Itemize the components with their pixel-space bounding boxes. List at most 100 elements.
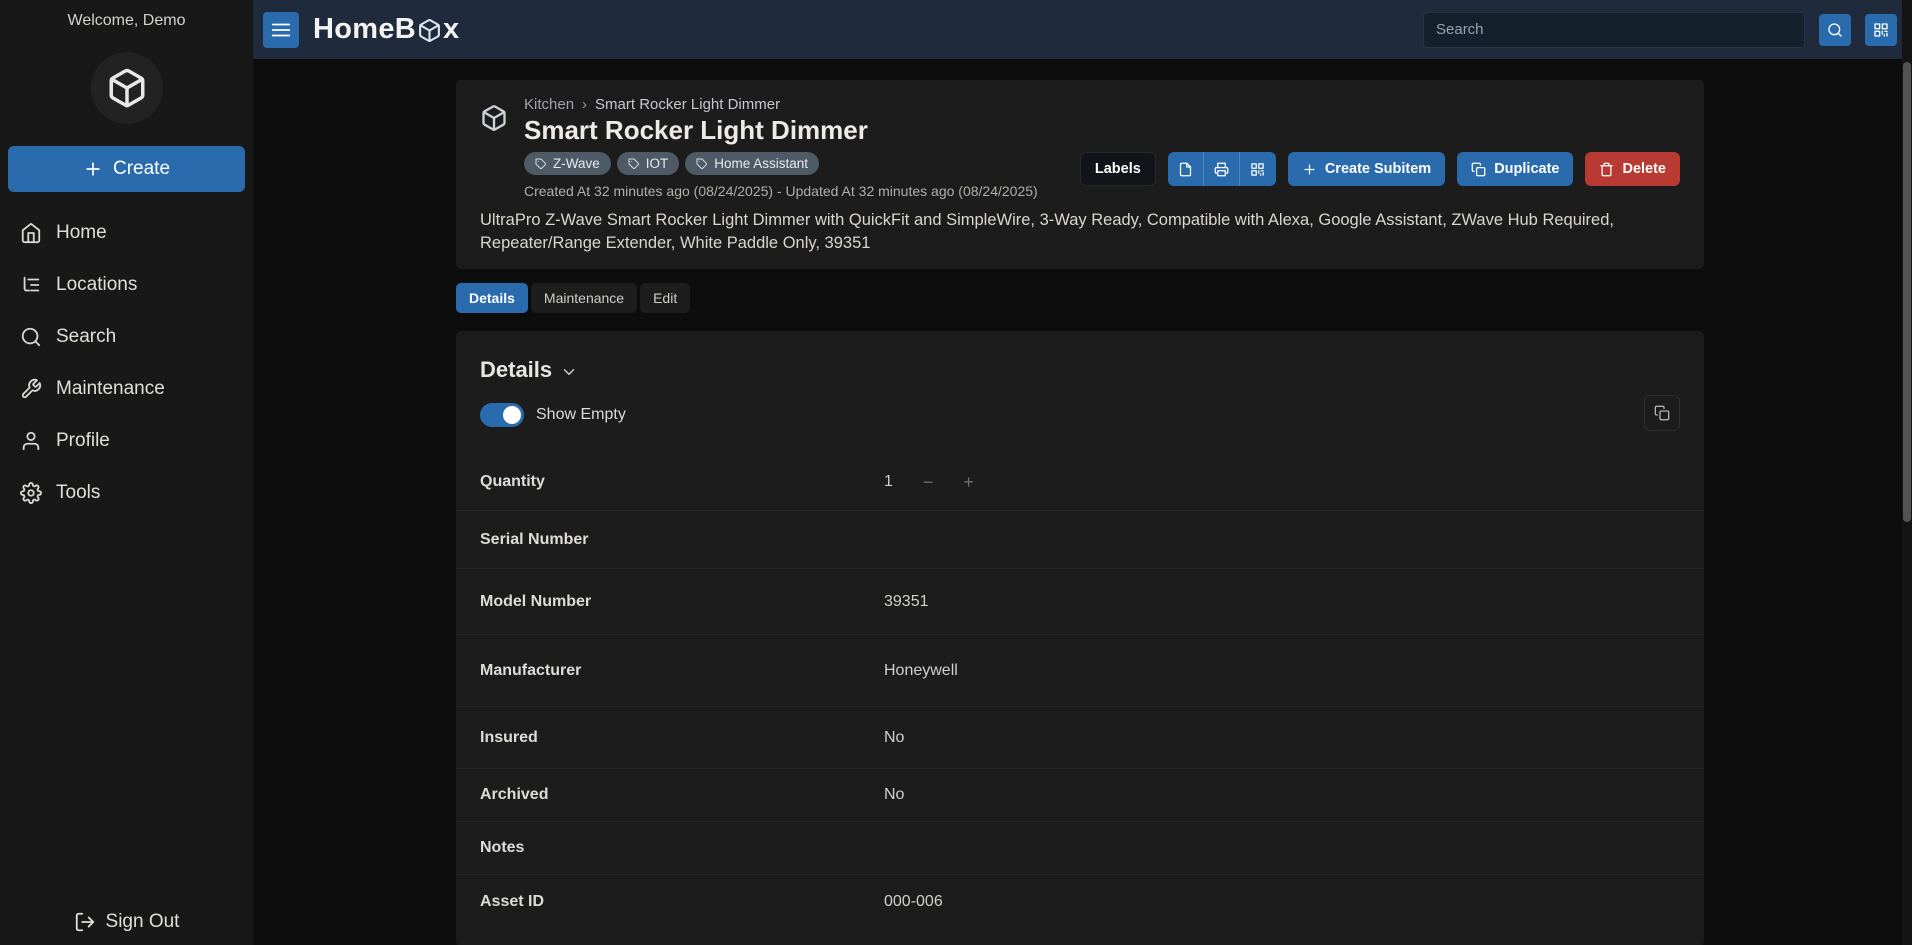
- detail-row-insured: Insured No: [456, 707, 1704, 769]
- item-box-icon: [480, 104, 508, 132]
- main-area: HomeB x: [253, 0, 1912, 945]
- sidebar-item-label: Maintenance: [56, 378, 165, 400]
- content-area: Kitchen › Smart Rocker Light Dimmer Smar…: [253, 59, 1912, 945]
- details-rows: Quantity 1 − + Serial Number Model Numbe…: [456, 453, 1704, 928]
- item-header-card: Kitchen › Smart Rocker Light Dimmer Smar…: [456, 80, 1704, 269]
- trash-icon: [1599, 162, 1614, 177]
- sidebar-item-profile[interactable]: Profile: [0, 415, 253, 467]
- scan-button[interactable]: [1865, 14, 1897, 46]
- create-subitem-button[interactable]: Create Subitem: [1288, 152, 1445, 186]
- chevron-down-icon: [560, 363, 578, 381]
- locations-tree-icon: [20, 274, 42, 296]
- breadcrumb: Kitchen › Smart Rocker Light Dimmer: [524, 96, 1038, 113]
- create-button-label: Create: [113, 158, 170, 180]
- search-button[interactable]: [1819, 14, 1851, 46]
- qr-scan-icon: [1873, 22, 1889, 38]
- page-title: Smart Rocker Light Dimmer: [524, 115, 1038, 146]
- hamburger-icon: [270, 19, 292, 41]
- detail-row-archived: Archived No: [456, 769, 1704, 822]
- menu-button[interactable]: [263, 12, 299, 48]
- detail-row-quantity: Quantity 1 − +: [456, 453, 1704, 511]
- show-empty-toggle[interactable]: [480, 403, 524, 427]
- search-icon: [20, 326, 42, 348]
- tab-maintenance[interactable]: Maintenance: [531, 283, 637, 313]
- row-label: Insured: [480, 729, 884, 747]
- row-value: No: [884, 786, 904, 804]
- app-title-post: x: [443, 13, 459, 46]
- detail-row-notes: Notes: [456, 822, 1704, 875]
- details-section-toggle[interactable]: Details: [480, 357, 578, 383]
- delete-label: Delete: [1622, 161, 1666, 177]
- row-value: 1 − +: [884, 473, 974, 491]
- copy-icon: [1654, 405, 1670, 421]
- scrollbar-thumb[interactable]: [1903, 62, 1911, 522]
- tag-list: Z-Wave IOT: [524, 152, 1038, 175]
- printer-icon: [1214, 162, 1229, 177]
- qr-code-button[interactable]: [1240, 152, 1276, 186]
- tag-badge-home-assistant[interactable]: Home Assistant: [685, 152, 819, 175]
- quantity-value: 1: [884, 473, 893, 491]
- qr-code-icon: [1250, 162, 1265, 177]
- duplicate-label: Duplicate: [1494, 161, 1559, 177]
- show-empty-label: Show Empty: [536, 406, 626, 424]
- tab-details[interactable]: Details: [456, 283, 528, 313]
- breadcrumb-parent-link[interactable]: Kitchen: [524, 96, 574, 113]
- search-icon: [1827, 22, 1843, 38]
- details-card: Details Show Empty: [456, 331, 1704, 945]
- chevron-right-icon: ›: [582, 96, 587, 113]
- tag-label: Home Assistant: [714, 156, 808, 171]
- search-input[interactable]: [1423, 12, 1805, 48]
- sidebar-item-maintenance[interactable]: Maintenance: [0, 363, 253, 415]
- gear-icon: [20, 482, 42, 504]
- details-head: Details Show Empty: [456, 331, 1704, 453]
- row-label: Manufacturer: [480, 662, 884, 680]
- sign-out-label: Sign Out: [106, 911, 180, 933]
- breadcrumb-current: Smart Rocker Light Dimmer: [595, 96, 780, 113]
- attachment-button[interactable]: [1168, 152, 1204, 186]
- sidebar-item-label: Locations: [56, 274, 137, 296]
- tag-badge-zwave[interactable]: Z-Wave: [524, 152, 611, 175]
- tab-edit[interactable]: Edit: [640, 283, 690, 313]
- row-value: 39351: [884, 593, 929, 611]
- show-empty-row: Show Empty: [480, 403, 1680, 427]
- row-label: Model Number: [480, 593, 884, 611]
- quantity-increase-button[interactable]: +: [963, 473, 974, 491]
- sidebar-item-label: Home: [56, 222, 107, 244]
- details-section-title: Details: [480, 357, 552, 383]
- tag-icon: [628, 158, 640, 170]
- page-scrollbar[interactable]: [1902, 0, 1912, 945]
- sidebar-item-label: Profile: [56, 430, 110, 452]
- detail-row-asset-id: Asset ID 000-006: [456, 875, 1704, 928]
- sidebar-item-label: Search: [56, 326, 116, 348]
- tag-icon: [696, 158, 708, 170]
- file-icon: [1178, 162, 1193, 177]
- labels-button-label: Labels: [1095, 161, 1141, 177]
- duplicate-button[interactable]: Duplicate: [1457, 152, 1573, 186]
- row-value: Honeywell: [884, 662, 958, 680]
- top-bar: HomeB x: [253, 0, 1912, 59]
- wrench-icon: [20, 378, 42, 400]
- home-icon: [20, 222, 42, 244]
- sidebar-item-locations[interactable]: Locations: [0, 259, 253, 311]
- detail-row-manufacturer: Manufacturer Honeywell: [456, 635, 1704, 707]
- copy-details-button[interactable]: [1644, 395, 1680, 431]
- detail-row-model-number: Model Number 39351: [456, 569, 1704, 635]
- sign-out-button[interactable]: Sign Out: [0, 911, 253, 933]
- app-logo: [91, 52, 163, 124]
- sidebar-item-search[interactable]: Search: [0, 311, 253, 363]
- tag-badge-iot[interactable]: IOT: [617, 152, 680, 175]
- row-label: Notes: [480, 839, 884, 857]
- delete-button[interactable]: Delete: [1585, 152, 1680, 186]
- labels-button[interactable]: Labels: [1080, 152, 1156, 186]
- app-root: Welcome, Demo Create Home: [0, 0, 1912, 945]
- user-icon: [20, 430, 42, 452]
- quantity-decrease-button[interactable]: −: [923, 473, 934, 491]
- create-button[interactable]: Create: [8, 146, 245, 192]
- row-label: Asset ID: [480, 893, 884, 911]
- tag-label: Z-Wave: [553, 156, 600, 171]
- row-label: Quantity: [480, 473, 884, 491]
- sidebar-item-tools[interactable]: Tools: [0, 467, 253, 519]
- print-button[interactable]: [1204, 152, 1240, 186]
- sidebar-item-home[interactable]: Home: [0, 207, 253, 259]
- box-logo-icon: [417, 18, 442, 43]
